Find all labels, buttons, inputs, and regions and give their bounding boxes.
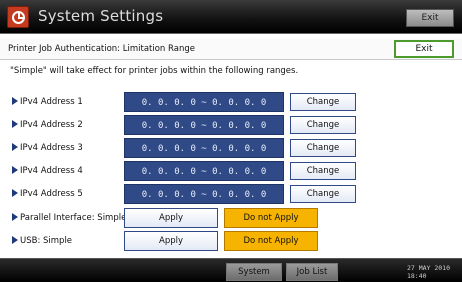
ipv4-label-3: IPv4 Address 3 xyxy=(12,143,83,153)
parallel-interface-row: Parallel Interface: Simple Apply Do not … xyxy=(0,208,462,228)
ipv4-label-1: IPv4 Address 1 xyxy=(12,97,83,107)
triangle-right-icon xyxy=(12,97,18,105)
clock-icon xyxy=(7,6,29,28)
ipv4-row-2: IPv4 Address 2 0. 0. 0. 0 ~ 0. 0. 0. 0 C… xyxy=(0,115,462,135)
change-button-3[interactable]: Change xyxy=(290,139,356,157)
change-button-4[interactable]: Change xyxy=(290,162,356,180)
usb-row: USB: Simple Apply Do not Apply xyxy=(0,231,462,251)
ipv4-row-4: IPv4 Address 4 0. 0. 0. 0 ~ 0. 0. 0. 0 C… xyxy=(0,161,462,181)
change-button-5[interactable]: Change xyxy=(290,185,356,203)
ipv4-label-4: IPv4 Address 4 xyxy=(12,166,83,176)
change-button-2[interactable]: Change xyxy=(290,116,356,134)
triangle-right-icon xyxy=(12,143,18,151)
page-title: Printer Job Authentication: Limitation R… xyxy=(8,44,195,54)
date-text: 27 MAY 2010 xyxy=(406,264,450,272)
usb-do-not-apply-button[interactable]: Do not Apply xyxy=(224,231,318,251)
triangle-right-icon xyxy=(12,189,18,197)
system-status-button[interactable]: System Status xyxy=(226,263,282,281)
job-list-button[interactable]: Job List xyxy=(286,263,338,281)
exit-button[interactable]: Exit xyxy=(394,40,454,58)
parallel-do-not-apply-button[interactable]: Do not Apply xyxy=(224,208,318,228)
usb-apply-button[interactable]: Apply xyxy=(124,231,218,251)
time-text: 18:40 xyxy=(406,272,427,280)
date-time: 27 MAY 2010 18:40 xyxy=(407,264,450,280)
info-text: "Simple" will take effect for printer jo… xyxy=(10,66,299,76)
parallel-interface-label: Parallel Interface: Simple xyxy=(12,213,126,223)
app-title: System Settings xyxy=(38,7,164,25)
ipv4-range-field-4: 0. 0. 0. 0 ~ 0. 0. 0. 0 xyxy=(124,161,284,181)
ipv4-row-5: IPv4 Address 5 0. 0. 0. 0 ~ 0. 0. 0. 0 C… xyxy=(0,184,462,204)
change-button-1[interactable]: Change xyxy=(290,93,356,111)
triangle-right-icon xyxy=(12,166,18,174)
title-bar: System Settings Exit xyxy=(0,0,462,34)
triangle-right-icon xyxy=(12,120,18,128)
usb-label: USB: Simple xyxy=(12,236,72,246)
page-header: Printer Job Authentication: Limitation R… xyxy=(0,38,462,60)
ipv4-label-5: IPv4 Address 5 xyxy=(12,189,83,199)
ipv4-row-1: IPv4 Address 1 0. 0. 0. 0 ~ 0. 0. 0. 0 C… xyxy=(0,92,462,112)
triangle-right-icon xyxy=(12,236,18,244)
ipv4-range-field-1: 0. 0. 0. 0 ~ 0. 0. 0. 0 xyxy=(124,92,284,112)
status-bar: System Status Job List 27 MAY 2010 18:40 xyxy=(0,258,462,282)
ipv4-range-field-3: 0. 0. 0. 0 ~ 0. 0. 0. 0 xyxy=(124,138,284,158)
ipv4-label-2: IPv4 Address 2 xyxy=(12,120,83,130)
triangle-right-icon xyxy=(12,213,18,221)
top-exit-button[interactable]: Exit xyxy=(406,9,454,27)
parallel-apply-button[interactable]: Apply xyxy=(124,208,218,228)
ipv4-row-3: IPv4 Address 3 0. 0. 0. 0 ~ 0. 0. 0. 0 C… xyxy=(0,138,462,158)
ipv4-range-field-5: 0. 0. 0. 0 ~ 0. 0. 0. 0 xyxy=(124,184,284,204)
ipv4-range-field-2: 0. 0. 0. 0 ~ 0. 0. 0. 0 xyxy=(124,115,284,135)
